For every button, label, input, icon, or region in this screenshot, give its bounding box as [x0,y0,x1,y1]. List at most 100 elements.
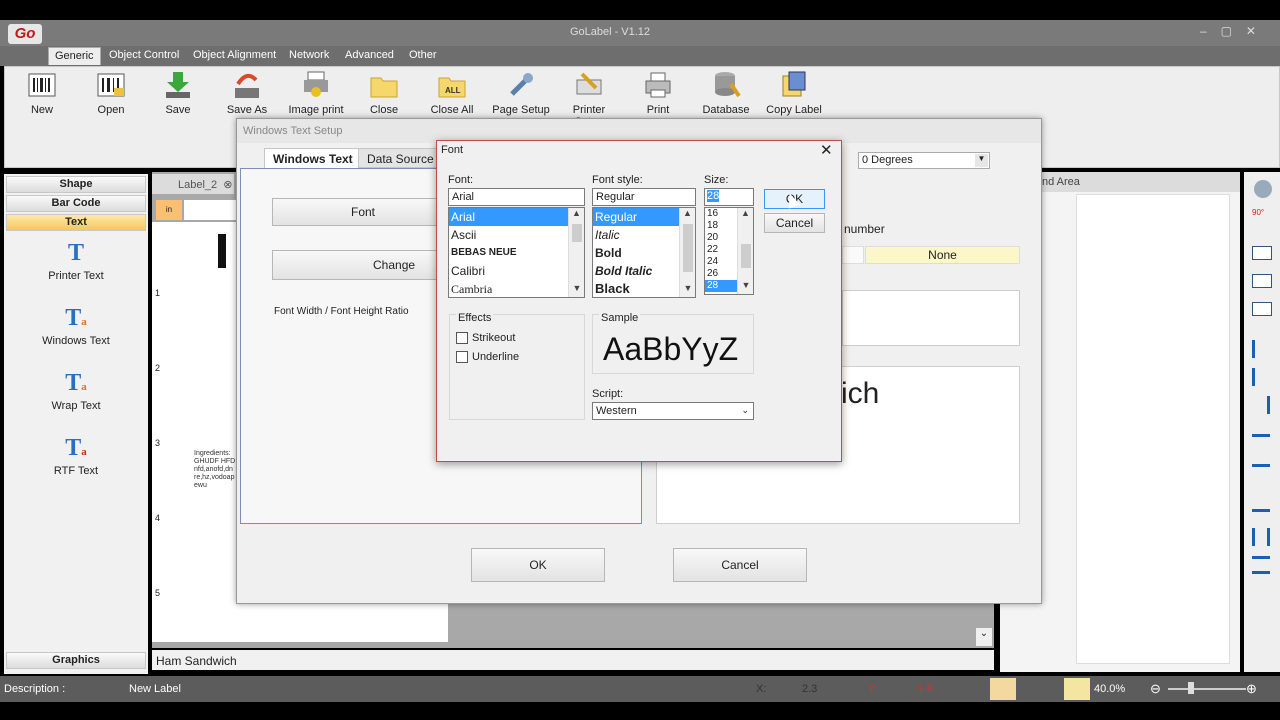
script-label: Script: [592,388,624,400]
number-left-cell[interactable] [842,246,864,264]
distribute-h-icon[interactable] [1252,528,1270,546]
chevron-up-icon[interactable]: ▲ [738,208,753,222]
image-print-button[interactable]: Image print [284,70,348,116]
scroll-thumb[interactable] [741,244,751,268]
chevron-down-icon[interactable]: ⌄ [741,405,749,416]
font-item[interactable]: Ascii [449,226,584,244]
tab-advanced[interactable]: Advanced [345,49,394,61]
rotation-select[interactable]: 0 Degrees ▼ [858,152,990,169]
save-as-button[interactable]: Save As [215,70,279,116]
chevron-down-icon[interactable]: ▼ [680,283,695,297]
font-label: Font: [448,174,474,186]
wrap-text-label: Wrap Text [51,400,101,412]
align-middle-icon[interactable] [1252,464,1270,482]
strikeout-checkbox[interactable] [456,332,468,344]
save-button[interactable]: Save [146,70,210,116]
font-cancel-button[interactable]: Cancel [764,213,825,233]
style-list-scrollbar[interactable]: ▲ ▼ [679,208,695,297]
new-button[interactable]: New [10,70,74,116]
none-cell[interactable]: None [865,246,1020,264]
printer-text-item[interactable]: T Printer Text [6,240,146,282]
graphics-header[interactable]: Graphics [6,652,146,669]
database-button[interactable]: Database [694,70,758,116]
print-button[interactable]: Print [626,70,690,116]
description-bar[interactable]: Ham Sandwich [152,650,994,670]
font-dialog-title: Font [441,144,464,156]
new-label: New [30,104,53,116]
change-button[interactable]: Change [272,250,454,280]
barcode-tool-icon[interactable] [1252,246,1272,260]
font-style-list[interactable]: Regular Italic Bold Bold Italic Black ▲ ▼ [592,207,696,298]
shape-header[interactable]: Shape [6,176,146,193]
zoom-out-icon[interactable]: ⊖ [1150,681,1161,697]
label-tab[interactable]: Label_2 ⊗ [152,174,234,194]
font-list-scrollbar[interactable]: ▲ ▼ [568,208,584,297]
text-header[interactable]: Text [6,214,146,231]
barcode-tool-icon[interactable] [1252,274,1272,288]
tab-generic[interactable]: Generic [48,47,101,65]
tab-other[interactable]: Other [409,49,437,61]
align-right-icon[interactable] [1252,396,1270,414]
size-input[interactable]: 28 [704,188,754,206]
font-list[interactable]: Arial Ascii BEBAS NEUE Calibri Cambria ▲… [448,207,585,298]
barcode-tool-icon[interactable] [1252,302,1272,316]
tab-windows-text[interactable]: Windows Text [264,148,362,168]
chevron-up-icon[interactable]: ▲ [680,208,695,222]
script-select[interactable]: Western ⌄ [592,402,754,420]
tab-network[interactable]: Network [289,49,329,61]
windows-text-item[interactable]: Ta Windows Text [6,305,146,347]
align-bottom-icon[interactable] [1252,494,1270,512]
font-style-input[interactable]: Regular [592,188,696,206]
zoom-in-icon[interactable]: ⊕ [1246,681,1257,697]
size-list-scrollbar[interactable]: ▲ ▼ [737,208,753,294]
scroll-thumb[interactable] [572,224,582,242]
gear-icon[interactable] [1254,180,1272,198]
wrap-text-item[interactable]: Ta Wrap Text [6,370,146,412]
align-left-icon[interactable] [1252,340,1270,358]
wts-cancel-button[interactable]: Cancel [673,548,807,582]
page-setup-button[interactable]: Page Setup [489,70,553,116]
window-controls[interactable]: –▢✕ [1200,24,1270,38]
page-view-icon[interactable] [1064,678,1090,700]
close-button[interactable]: Close [352,70,416,116]
align-center-icon[interactable] [1252,368,1270,386]
size-list[interactable]: 16 18 20 22 24 26 28 ▲ ▼ [704,207,754,295]
font-input[interactable]: Arial [448,188,585,206]
data-textbox[interactable] [842,290,1020,346]
distribute-v-icon[interactable] [1252,556,1270,574]
font-item[interactable]: Calibri [449,262,584,280]
zoom-slider-thumb[interactable] [1188,682,1194,694]
size-label: Size: [704,174,729,186]
font-button[interactable]: Font [272,198,454,226]
tab-data-source[interactable]: Data Source [358,148,443,168]
rotate-90-icon[interactable]: 90° [1252,208,1264,217]
close-icon[interactable]: ✕ [820,141,833,159]
x-value: 2.3 [802,683,818,695]
chevron-down-icon[interactable]: ▼ [569,283,584,297]
text-object-handle[interactable] [218,234,226,268]
ruler-number: 4 [155,513,161,523]
barcode-header[interactable]: Bar Code [6,195,146,212]
grid-toggle-icon[interactable] [990,678,1016,700]
font-item[interactable]: Cambria [449,280,584,297]
tab-object-alignment[interactable]: Object Alignment [193,49,276,61]
font-item[interactable]: Arial [449,208,584,226]
tab-object-control[interactable]: Object Control [109,49,179,61]
chevron-down-icon[interactable]: ▼ [975,154,988,167]
font-item[interactable]: BEBAS NEUE [449,244,584,262]
open-button[interactable]: Open [79,70,143,116]
scroll-thumb[interactable] [683,224,693,272]
underline-checkbox[interactable] [456,351,468,363]
chevron-up-icon[interactable]: ▲ [569,208,584,222]
scroll-down-icon[interactable]: ⌄ [976,628,992,646]
close-all-button[interactable]: ALL Close All [420,70,484,116]
chevron-down-icon[interactable]: ▼ [738,280,753,294]
rtf-text-item[interactable]: Ta RTF Text [6,435,146,477]
wts-ok-button[interactable]: OK [471,548,605,582]
copy-label-button[interactable]: Copy Label [762,70,826,116]
align-top-icon[interactable] [1252,434,1270,452]
zoom-slider[interactable] [1168,688,1246,690]
close-icon[interactable]: ⊗ [223,179,232,191]
wrap-text-icon: Ta [65,370,87,396]
ingredients-text[interactable]: Ingredients: GHUDF HFD nfd,anofd,dn re,h… [194,450,235,490]
